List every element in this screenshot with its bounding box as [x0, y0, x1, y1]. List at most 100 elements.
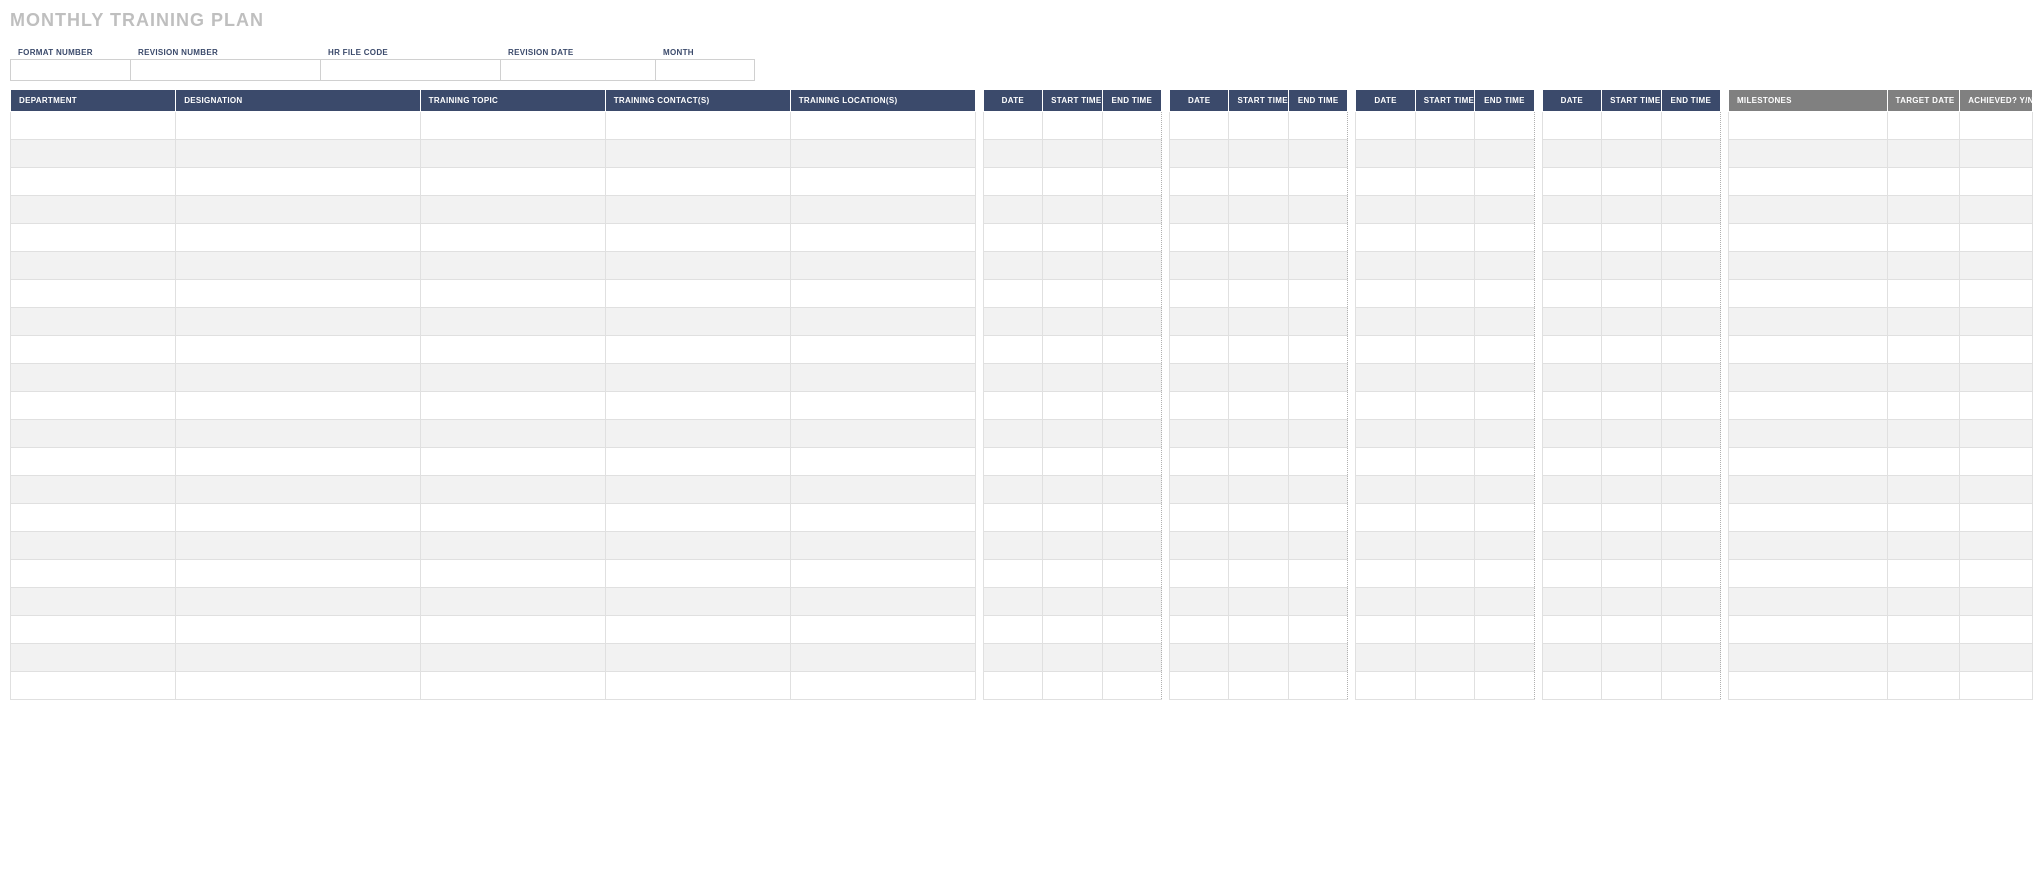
- cell-start-time[interactable]: [1415, 140, 1474, 168]
- cell-end-time[interactable]: [1475, 560, 1534, 588]
- cell-start-time[interactable]: [1043, 588, 1102, 616]
- cell-start-time[interactable]: [1229, 196, 1288, 224]
- cell-milestones[interactable]: [1728, 280, 1887, 308]
- cell-milestones[interactable]: [1728, 196, 1887, 224]
- cell-target-date[interactable]: [1887, 168, 1960, 196]
- cell-end-time[interactable]: [1102, 588, 1161, 616]
- cell-achieved[interactable]: [1960, 280, 2033, 308]
- cell-end-time[interactable]: [1288, 616, 1347, 644]
- cell-milestones[interactable]: [1728, 420, 1887, 448]
- cell-end-time[interactable]: [1288, 364, 1347, 392]
- cell-target-date[interactable]: [1887, 588, 1960, 616]
- cell-start-time[interactable]: [1602, 644, 1661, 672]
- cell-training-topic[interactable]: [420, 672, 605, 700]
- cell-date[interactable]: [1169, 112, 1228, 140]
- cell-date[interactable]: [983, 224, 1042, 252]
- cell-training-topic[interactable]: [420, 280, 605, 308]
- cell-target-date[interactable]: [1887, 392, 1960, 420]
- cell-designation[interactable]: [176, 420, 420, 448]
- cell-training-topic[interactable]: [420, 616, 605, 644]
- cell-date[interactable]: [1356, 672, 1415, 700]
- cell-end-time[interactable]: [1661, 252, 1720, 280]
- cell-date[interactable]: [1356, 252, 1415, 280]
- cell-end-time[interactable]: [1288, 560, 1347, 588]
- cell-department[interactable]: [11, 140, 176, 168]
- cell-designation[interactable]: [176, 476, 420, 504]
- cell-designation[interactable]: [176, 616, 420, 644]
- cell-end-time[interactable]: [1475, 588, 1534, 616]
- revision-date-input[interactable]: [500, 59, 655, 81]
- cell-start-time[interactable]: [1415, 364, 1474, 392]
- cell-date[interactable]: [1356, 616, 1415, 644]
- cell-end-time[interactable]: [1102, 168, 1161, 196]
- cell-date[interactable]: [983, 588, 1042, 616]
- cell-date[interactable]: [1356, 364, 1415, 392]
- cell-end-time[interactable]: [1475, 112, 1534, 140]
- cell-date[interactable]: [1356, 560, 1415, 588]
- cell-training-locations[interactable]: [790, 224, 975, 252]
- cell-achieved[interactable]: [1960, 308, 2033, 336]
- cell-training-contacts[interactable]: [605, 560, 790, 588]
- cell-target-date[interactable]: [1887, 644, 1960, 672]
- cell-end-time[interactable]: [1661, 644, 1720, 672]
- cell-date[interactable]: [1169, 140, 1228, 168]
- cell-achieved[interactable]: [1960, 588, 2033, 616]
- cell-start-time[interactable]: [1229, 504, 1288, 532]
- cell-date[interactable]: [1169, 644, 1228, 672]
- cell-end-time[interactable]: [1102, 280, 1161, 308]
- cell-start-time[interactable]: [1229, 560, 1288, 588]
- cell-date[interactable]: [1542, 644, 1601, 672]
- cell-department[interactable]: [11, 476, 176, 504]
- cell-start-time[interactable]: [1602, 112, 1661, 140]
- cell-start-time[interactable]: [1043, 280, 1102, 308]
- cell-start-time[interactable]: [1229, 672, 1288, 700]
- cell-achieved[interactable]: [1960, 140, 2033, 168]
- cell-department[interactable]: [11, 392, 176, 420]
- cell-end-time[interactable]: [1102, 336, 1161, 364]
- cell-end-time[interactable]: [1661, 308, 1720, 336]
- cell-department[interactable]: [11, 336, 176, 364]
- cell-end-time[interactable]: [1661, 532, 1720, 560]
- cell-training-contacts[interactable]: [605, 448, 790, 476]
- cell-target-date[interactable]: [1887, 616, 1960, 644]
- cell-designation[interactable]: [176, 168, 420, 196]
- cell-department[interactable]: [11, 448, 176, 476]
- cell-training-topic[interactable]: [420, 420, 605, 448]
- cell-date[interactable]: [1542, 336, 1601, 364]
- cell-target-date[interactable]: [1887, 196, 1960, 224]
- cell-training-locations[interactable]: [790, 504, 975, 532]
- cell-end-time[interactable]: [1102, 532, 1161, 560]
- cell-start-time[interactable]: [1415, 420, 1474, 448]
- cell-end-time[interactable]: [1475, 420, 1534, 448]
- cell-date[interactable]: [1542, 672, 1601, 700]
- cell-training-topic[interactable]: [420, 560, 605, 588]
- cell-start-time[interactable]: [1229, 224, 1288, 252]
- cell-target-date[interactable]: [1887, 448, 1960, 476]
- cell-date[interactable]: [983, 672, 1042, 700]
- cell-end-time[interactable]: [1288, 280, 1347, 308]
- cell-end-time[interactable]: [1661, 476, 1720, 504]
- cell-date[interactable]: [983, 196, 1042, 224]
- cell-date[interactable]: [983, 308, 1042, 336]
- cell-date[interactable]: [1169, 168, 1228, 196]
- cell-training-locations[interactable]: [790, 616, 975, 644]
- cell-end-time[interactable]: [1102, 140, 1161, 168]
- cell-start-time[interactable]: [1415, 644, 1474, 672]
- cell-start-time[interactable]: [1415, 476, 1474, 504]
- cell-target-date[interactable]: [1887, 308, 1960, 336]
- cell-training-contacts[interactable]: [605, 616, 790, 644]
- cell-end-time[interactable]: [1475, 252, 1534, 280]
- cell-start-time[interactable]: [1415, 448, 1474, 476]
- cell-start-time[interactable]: [1229, 364, 1288, 392]
- cell-date[interactable]: [983, 140, 1042, 168]
- cell-date[interactable]: [1169, 308, 1228, 336]
- cell-start-time[interactable]: [1229, 140, 1288, 168]
- cell-end-time[interactable]: [1102, 476, 1161, 504]
- cell-start-time[interactable]: [1043, 364, 1102, 392]
- cell-training-locations[interactable]: [790, 644, 975, 672]
- cell-end-time[interactable]: [1661, 560, 1720, 588]
- cell-end-time[interactable]: [1288, 168, 1347, 196]
- cell-training-locations[interactable]: [790, 364, 975, 392]
- cell-date[interactable]: [983, 112, 1042, 140]
- cell-department[interactable]: [11, 588, 176, 616]
